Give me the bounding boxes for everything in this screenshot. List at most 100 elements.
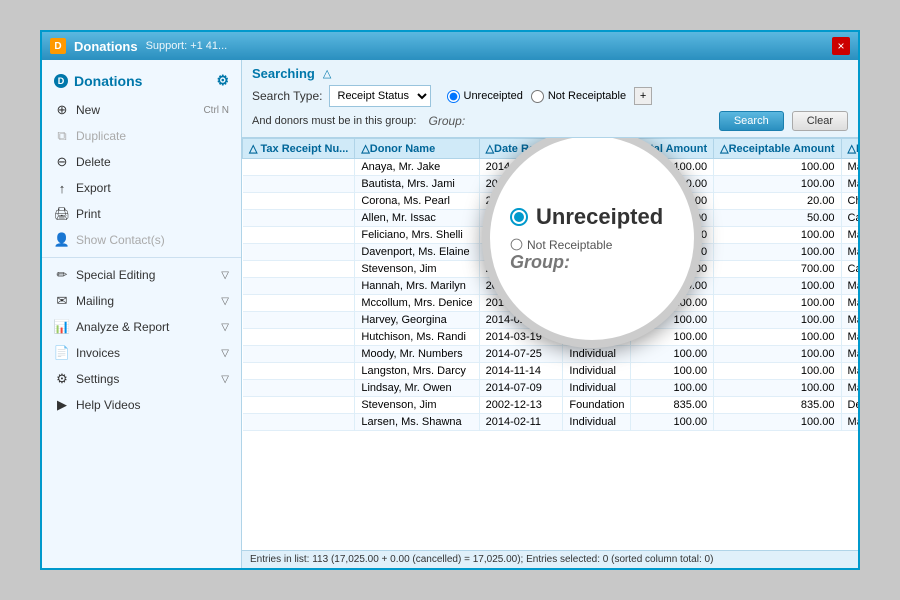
- radio-unreceipted-input[interactable]: [447, 90, 460, 103]
- settings-icon: ⚙: [54, 371, 70, 387]
- search-bar: Searching △ Search Type: Receipt Status …: [242, 60, 858, 138]
- radio-unreceipted-label: Unreceipted: [464, 90, 523, 102]
- clear-button[interactable]: Clear: [792, 111, 848, 131]
- cell-receiptable: 100.00: [714, 159, 841, 176]
- col-payment[interactable]: △Payment Type Name: [841, 139, 858, 159]
- export-label: Export: [76, 181, 229, 195]
- group-label: And donors must be in this group:: [252, 115, 416, 127]
- title-bar-left: D Donations Support: +1 41...: [50, 38, 227, 54]
- cell-tax: [243, 312, 355, 329]
- close-button[interactable]: ×: [832, 37, 850, 55]
- radio-not-receiptable-input[interactable]: [531, 90, 544, 103]
- search-row1: Searching △: [252, 66, 848, 81]
- magnifier-overlay: Unreceipted Not Receiptable Group:: [482, 138, 702, 348]
- mailing-label: Mailing: [76, 294, 215, 308]
- app-icon: D: [50, 38, 66, 54]
- sidebar-settings-icon[interactable]: ⚙: [216, 72, 229, 89]
- sidebar-item-settings[interactable]: ⚙ Settings ▽: [42, 366, 241, 392]
- divider-1: [42, 257, 241, 258]
- new-shortcut: Ctrl N: [203, 105, 229, 116]
- sidebar-item-delete[interactable]: ⊖ Delete: [42, 149, 241, 175]
- sidebar-item-special-editing[interactable]: ✏ Special Editing ▽: [42, 262, 241, 288]
- cell-donor: Davenport, Ms. Elaine: [355, 244, 479, 261]
- cell-receiptable: 100.00: [714, 414, 841, 431]
- radio-group: Unreceipted Not Receiptable +: [447, 87, 653, 105]
- cell-payment: Cheque: [841, 193, 858, 210]
- col-receiptable[interactable]: △Receiptable Amount: [714, 139, 841, 159]
- sidebar-item-new[interactable]: ⊕ New Ctrl N: [42, 97, 241, 123]
- cell-tax: [243, 329, 355, 346]
- cell-donor: Langston, Mrs. Darcy: [355, 363, 479, 380]
- cell-receiptable: 100.00: [714, 363, 841, 380]
- cell-type: Individual: [563, 414, 631, 431]
- radio-not-receiptable[interactable]: Not Receiptable: [531, 90, 626, 103]
- sidebar-item-show-contacts: 👤 Show Contact(s): [42, 227, 241, 253]
- search-button[interactable]: Search: [719, 111, 784, 131]
- mailing-arrow: ▽: [221, 296, 229, 307]
- mag-not-receiptable-input: [511, 239, 523, 251]
- window-title: Donations: [74, 39, 138, 54]
- cell-donor: Larsen, Ms. Shawna: [355, 414, 479, 431]
- cell-tax: [243, 363, 355, 380]
- new-label: New: [76, 103, 197, 117]
- sidebar-item-export[interactable]: ↑ Export: [42, 175, 241, 201]
- cell-payment: MasterCard: [841, 278, 858, 295]
- cell-tax: [243, 261, 355, 278]
- mag-not-receipted-row: Not Receiptable: [510, 238, 612, 252]
- cell-receiptable: 835.00: [714, 397, 841, 414]
- cell-donor: Allen, Mr. Issac: [355, 210, 479, 227]
- cell-payment: Debit: [841, 397, 858, 414]
- search-sort-icon: △: [323, 67, 331, 80]
- analyze-report-label: Analyze & Report: [76, 320, 215, 334]
- mailing-icon: ✉: [54, 293, 70, 309]
- cell-tax: [243, 193, 355, 210]
- table-container[interactable]: △ Tax Receipt Nu... △Donor Name △Date Re…: [242, 138, 858, 550]
- support-label: Support: +1 41...: [146, 40, 228, 52]
- table-row[interactable]: Stevenson, Jim 2002-12-13 Foundation 835…: [243, 397, 859, 414]
- sidebar-item-invoices[interactable]: 📄 Invoices ▽: [42, 340, 241, 366]
- cell-receiptable: 100.00: [714, 312, 841, 329]
- cell-receiptable: 100.00: [714, 278, 841, 295]
- cell-payment: MasterCard: [841, 414, 858, 431]
- mag-group-row: Group:: [510, 252, 570, 273]
- show-contacts-label: Show Contact(s): [76, 233, 229, 247]
- invoices-label: Invoices: [76, 346, 215, 360]
- table-row[interactable]: Larsen, Ms. Shawna 2014-02-11 Individual…: [243, 414, 859, 431]
- table-row[interactable]: Lindsay, Mr. Owen 2014-07-09 Individual …: [243, 380, 859, 397]
- search-row2: Search Type: Receipt Status Unreceipted …: [252, 85, 848, 107]
- sidebar-item-help-videos[interactable]: ▶ Help Videos: [42, 392, 241, 418]
- radio-unreceipted[interactable]: Unreceipted: [447, 90, 523, 103]
- cell-total: 100.00: [631, 414, 714, 431]
- cell-tax: [243, 380, 355, 397]
- sidebar-item-mailing[interactable]: ✉ Mailing ▽: [42, 288, 241, 314]
- cell-type: Individual: [563, 380, 631, 397]
- duplicate-label: Duplicate: [76, 129, 229, 143]
- cell-type: Foundation: [563, 397, 631, 414]
- table-row[interactable]: Moody, Mr. Numbers 2014-07-25 Individual…: [243, 346, 859, 363]
- sidebar-item-analyze-report[interactable]: 📊 Analyze & Report ▽: [42, 314, 241, 340]
- cell-payment: Cash: [841, 210, 858, 227]
- cell-payment: MasterCard: [841, 244, 858, 261]
- cell-donor: Moody, Mr. Numbers: [355, 346, 479, 363]
- cell-donor: Feliciano, Mrs. Shelli: [355, 227, 479, 244]
- cell-date: 2014-02-11: [479, 414, 563, 431]
- cell-donor: Lindsay, Mr. Owen: [355, 380, 479, 397]
- col-tax-receipt[interactable]: △ Tax Receipt Nu...: [243, 139, 355, 159]
- cell-donor: Hannah, Mrs. Marilyn: [355, 278, 479, 295]
- cell-type: Individual: [563, 363, 631, 380]
- plus-button[interactable]: +: [634, 87, 652, 105]
- cell-donor: Corona, Ms. Pearl: [355, 193, 479, 210]
- cell-donor: Anaya, Mr. Jake: [355, 159, 479, 176]
- cell-tax: [243, 278, 355, 295]
- search-type-select[interactable]: Receipt Status: [329, 85, 431, 107]
- mag-group-label: Group:: [510, 252, 570, 273]
- cell-payment: MasterCard: [841, 159, 858, 176]
- cell-tax: [243, 346, 355, 363]
- cell-receiptable: 100.00: [714, 227, 841, 244]
- cell-tax: [243, 295, 355, 312]
- table-row[interactable]: Langston, Mrs. Darcy 2014-11-14 Individu…: [243, 363, 859, 380]
- sidebar-item-print[interactable]: 🖨 Print: [42, 201, 241, 227]
- col-donor-name[interactable]: △Donor Name: [355, 139, 479, 159]
- cell-donor: Hutchison, Ms. Randi: [355, 329, 479, 346]
- sidebar: D Donations ⚙ ⊕ New Ctrl N ⧉ Duplicate ⊖…: [42, 60, 242, 568]
